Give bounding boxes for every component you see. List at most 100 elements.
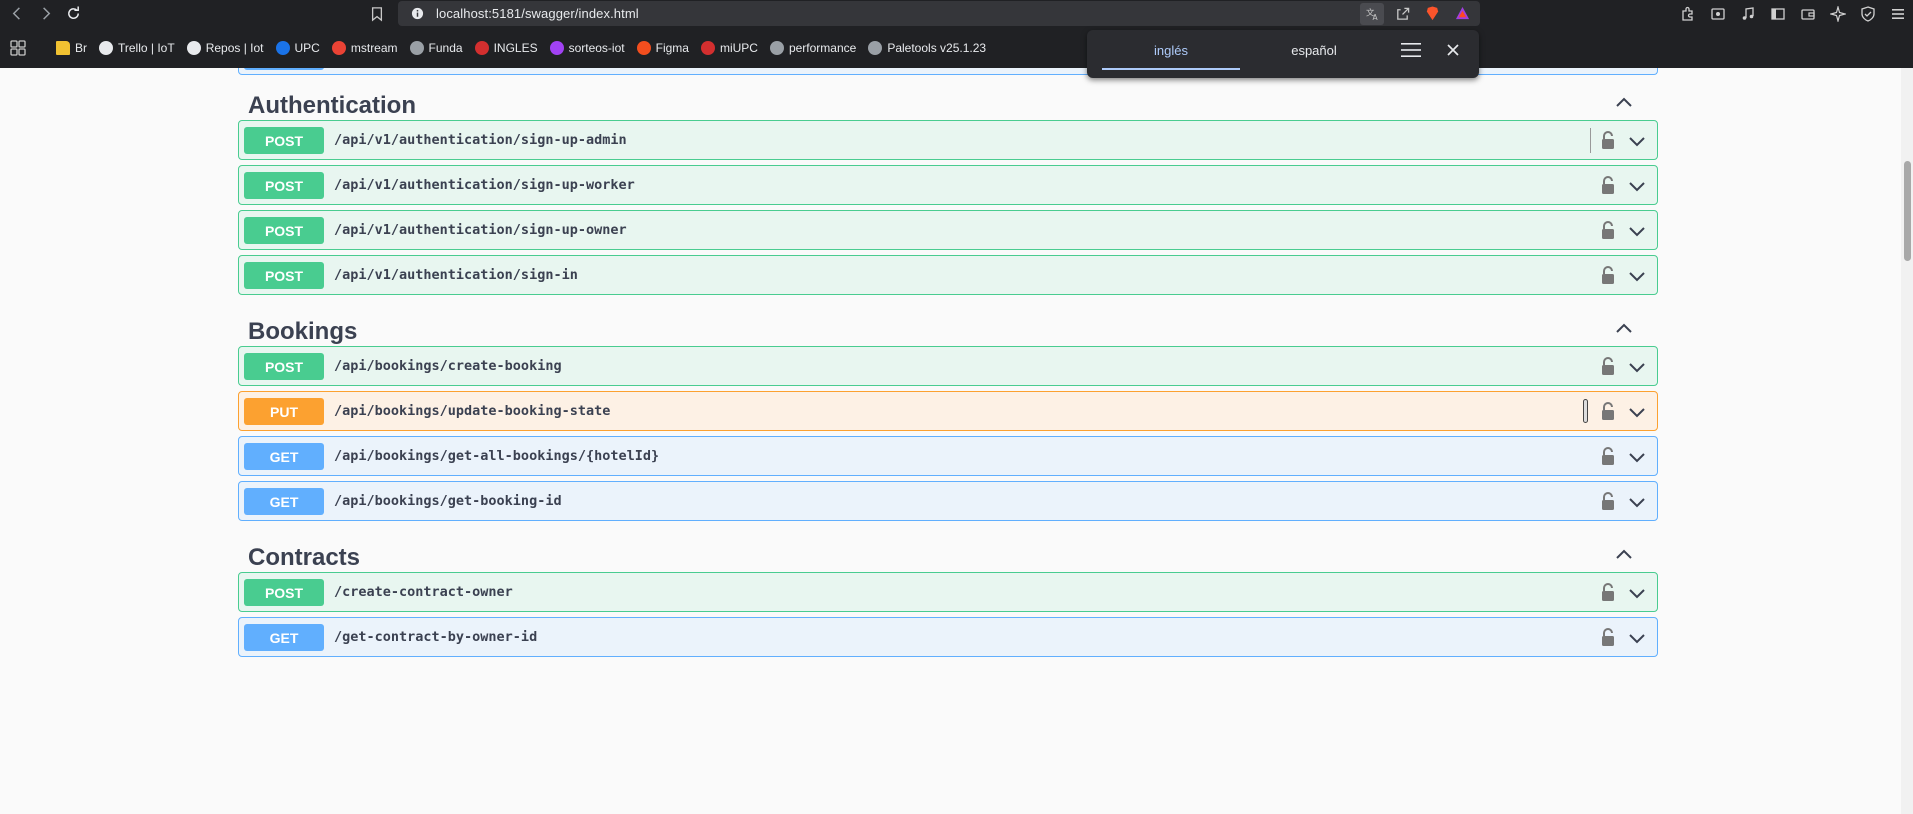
chevron-up-icon[interactable] [1614, 319, 1634, 339]
tab-target-language[interactable]: español [1245, 30, 1383, 70]
operation-row[interactable]: GET/get-contract-by-owner-id [238, 617, 1658, 657]
operation-row[interactable]: GET/api/bookings/get-all-bookings/{hotel… [238, 436, 1658, 476]
section-title: Contracts [248, 544, 361, 571]
chevron-down-icon[interactable] [1627, 628, 1647, 648]
sidebar-icon[interactable] [1763, 0, 1793, 27]
forward-button[interactable] [34, 3, 56, 25]
bookmark-item[interactable]: miUPC [695, 36, 764, 60]
bookmark-item[interactable]: Figma [631, 36, 695, 60]
upc-icon [275, 40, 290, 55]
method-badge: PUT [244, 398, 324, 425]
back-button[interactable] [6, 3, 28, 25]
bookmark-item[interactable]: sorteos-iot [544, 36, 631, 60]
chevron-down-icon[interactable] [1627, 357, 1647, 377]
chevron-down-icon[interactable] [1627, 131, 1647, 151]
brave-shields-icon[interactable] [1420, 3, 1444, 25]
bookmark-label: miUPC [719, 40, 758, 55]
vpn-shield-icon[interactable] [1853, 0, 1883, 27]
section-title: Authentication [248, 92, 416, 119]
operation-row[interactable]: POST/api/v1/authentication/sign-in [238, 255, 1658, 295]
chevron-down-icon[interactable] [1627, 176, 1647, 196]
translate-icon[interactable]: 文A [1360, 2, 1384, 25]
operation-row[interactable]: POST/api/v1/authentication/sign-up-admin [238, 120, 1658, 160]
endpoint-path: /api/v1/authentication/sign-up-owner [334, 222, 627, 238]
tab-source-language[interactable]: inglés [1102, 30, 1240, 70]
reload-button[interactable] [62, 3, 84, 25]
chevron-down-icon[interactable] [1627, 266, 1647, 286]
github-icon [186, 40, 201, 55]
screenshot-icon[interactable] [1703, 0, 1733, 27]
chevron-down-icon[interactable] [1627, 492, 1647, 512]
bookmark-item[interactable]: Repos | Iot [181, 36, 270, 60]
address-bar-actions: 文A [1360, 1, 1474, 26]
lock-icon[interactable] [1599, 130, 1617, 150]
menu-icon[interactable] [1883, 0, 1913, 27]
lock-icon[interactable] [1599, 356, 1617, 376]
share-icon[interactable] [1390, 3, 1414, 25]
leo-ai-icon[interactable] [1823, 0, 1853, 27]
lock-icon[interactable] [1599, 401, 1617, 421]
chevron-down-icon[interactable] [1627, 583, 1647, 603]
lock-icon[interactable] [1599, 175, 1617, 195]
source-language-label: inglés [1154, 42, 1188, 58]
endpoint-path: /create-contract-owner [334, 584, 513, 600]
bookmark-item[interactable]: INGLES [469, 36, 544, 60]
endpoint-path: /api/bookings/get-all-bookings/{hotelId} [334, 448, 660, 464]
lock-icon[interactable] [1599, 627, 1617, 647]
site-info-icon[interactable] [410, 7, 424, 21]
bookmark-item[interactable]: Trello | IoT [93, 36, 181, 60]
chevron-down-icon[interactable] [1627, 402, 1647, 422]
section-header[interactable]: Contracts [238, 530, 1658, 578]
method-badge: POST [244, 127, 324, 154]
bookmark-label: Trello | IoT [118, 40, 175, 55]
operation-row[interactable]: POST/api/bookings/create-booking [238, 346, 1658, 386]
brave-rewards-icon[interactable] [1450, 3, 1474, 25]
operation-row[interactable]: GET/api/bookings/get-booking-id [238, 481, 1658, 521]
back-arrow-icon [12, 7, 20, 20]
scrollbar-thumb[interactable] [1904, 161, 1911, 261]
lock-icon[interactable] [1599, 265, 1617, 285]
trello-icon [99, 40, 113, 55]
method-badge: POST [244, 217, 324, 244]
section-header[interactable]: Bookings [238, 304, 1658, 352]
page-scrollbar[interactable] [1901, 68, 1913, 814]
close-icon[interactable] [1444, 41, 1462, 59]
section-header[interactable]: Authentication [238, 78, 1658, 126]
section-bookings: Bookings POST/api/bookings/create-booking… [238, 304, 1658, 521]
bookmark-page-button[interactable] [366, 3, 388, 25]
wallet-icon[interactable] [1793, 0, 1823, 27]
lock-icon[interactable] [1599, 582, 1617, 602]
translate-options-icon[interactable] [1400, 41, 1422, 59]
bookmark-item[interactable]: Br [50, 36, 93, 60]
bookmark-item[interactable]: Funda [404, 36, 469, 60]
bookmark-item[interactable]: mstream [326, 36, 404, 60]
chevron-up-icon[interactable] [1614, 93, 1634, 113]
operation-row[interactable]: POST/create-contract-owner [238, 572, 1658, 612]
apps-grid-icon[interactable] [10, 38, 30, 58]
target-language-label: español [1291, 42, 1337, 58]
bookmark-item[interactable]: UPC [270, 36, 326, 60]
address-bar[interactable]: localhost:5181/swagger/index.html 文A [398, 1, 1480, 26]
section-authentication: Authentication POST/api/v1/authentication… [238, 78, 1658, 295]
endpoint-path: /get-contract-by-owner-id [334, 629, 538, 645]
reload-icon [67, 6, 79, 19]
lock-icon[interactable] [1599, 446, 1617, 466]
lock-icon[interactable] [1599, 491, 1617, 511]
lock-icon[interactable] [1599, 220, 1617, 240]
bookmark-label: performance [788, 40, 857, 55]
chevron-down-icon[interactable] [1627, 447, 1647, 467]
operation-row[interactable]: POST/api/v1/authentication/sign-up-worke… [238, 165, 1658, 205]
operation-row[interactable]: PUT/api/bookings/update-booking-state [238, 391, 1658, 431]
text-cursor-icon [1583, 399, 1588, 423]
chevron-up-icon[interactable] [1614, 545, 1634, 565]
bookmark-label: Br [75, 40, 87, 55]
bookmark-item[interactable]: Paletools v25.1.23 [862, 36, 992, 60]
extensions-icon[interactable] [1673, 0, 1703, 27]
translate-popup: inglés español [1087, 30, 1479, 78]
globe-icon [409, 40, 424, 55]
music-icon[interactable] [1733, 0, 1763, 27]
chevron-down-icon[interactable] [1627, 221, 1647, 241]
operation-row[interactable]: POST/api/v1/authentication/sign-up-owner [238, 210, 1658, 250]
bookmark-item[interactable]: performance [764, 36, 862, 60]
upc-red-icon [474, 40, 489, 55]
